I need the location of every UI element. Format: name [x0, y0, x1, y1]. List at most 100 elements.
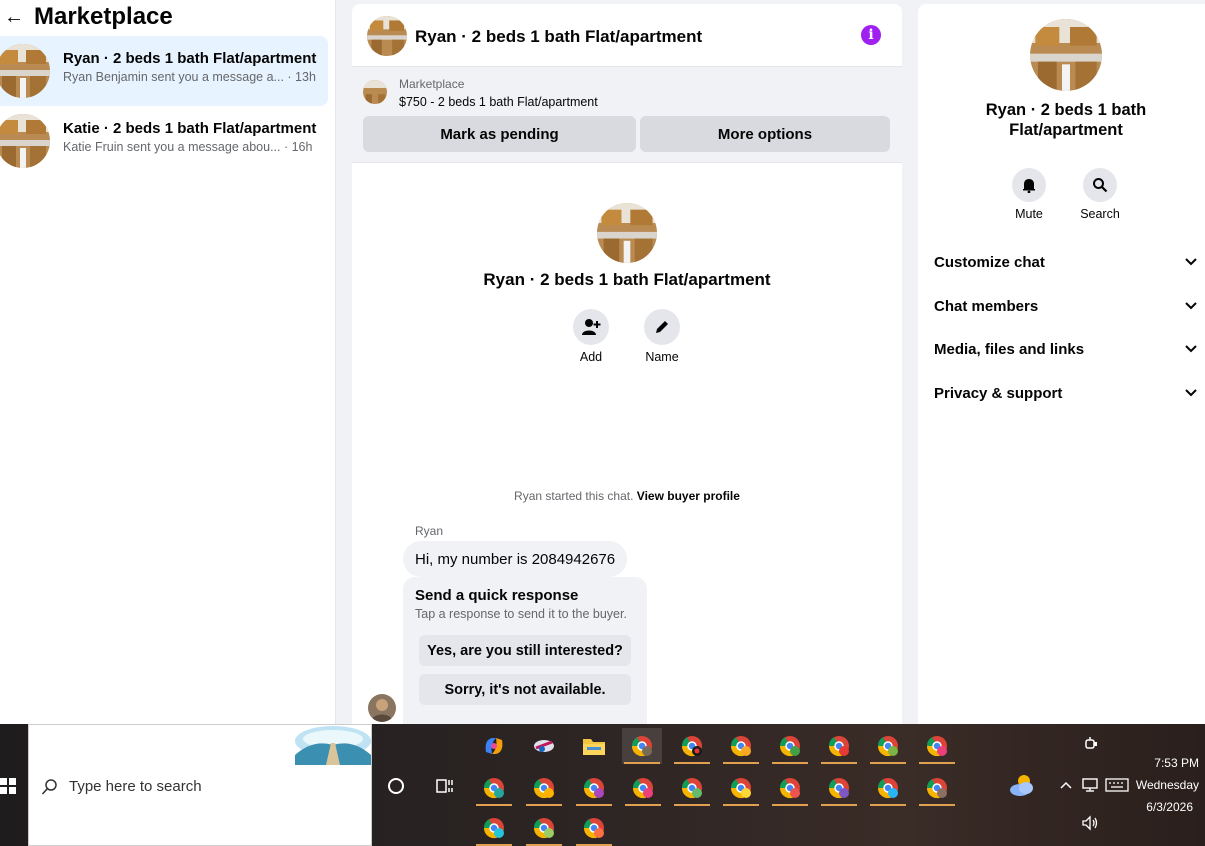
chrome-app[interactable] — [770, 770, 810, 806]
conversation-preview: Katie Fruin sent you a message abou... ·… — [63, 140, 313, 154]
listing-avatar — [0, 114, 50, 168]
chrome-app[interactable] — [623, 770, 663, 806]
keyboard-icon[interactable] — [1105, 778, 1129, 792]
running-indicator — [526, 804, 562, 806]
chevron-up-icon[interactable] — [1059, 780, 1073, 790]
add-people-button[interactable] — [573, 309, 609, 345]
quick-response-still-interested[interactable]: Yes, are you still interested? — [419, 635, 631, 666]
chrome-profile-icon — [681, 778, 702, 799]
chrome-app[interactable] — [917, 728, 957, 764]
running-indicator — [674, 762, 710, 764]
running-indicator — [625, 804, 661, 806]
chrome-app-active[interactable] — [622, 728, 662, 764]
chrome-profile-icon — [583, 778, 604, 799]
customize-chat-section[interactable]: Customize chat — [934, 244, 1200, 280]
chat-title[interactable]: Ryan · 2 beds 1 bath Flat/apartment — [415, 27, 702, 47]
chrome-profile-icon — [632, 778, 653, 799]
running-indicator — [919, 762, 955, 764]
name-button[interactable] — [644, 309, 680, 345]
chrome-app[interactable] — [868, 728, 908, 764]
chrome-app[interactable] — [474, 770, 514, 806]
chrome-profile-icon — [533, 818, 554, 839]
mute-button[interactable] — [1012, 168, 1046, 202]
info-title: Ryan · 2 beds 1 bath Flat/apartment — [985, 101, 1147, 139]
volume-icon[interactable] — [1081, 815, 1099, 831]
chrome-app[interactable] — [721, 770, 761, 806]
search-in-chat-button[interactable] — [1083, 168, 1117, 202]
privacy-support-section[interactable]: Privacy & support — [934, 375, 1200, 411]
listing-thumbnail[interactable] — [363, 80, 387, 104]
clock-time[interactable]: 7:53 PM — [1154, 756, 1199, 770]
search-placeholder: Type here to search — [69, 778, 202, 795]
chrome-profile-icon — [631, 736, 652, 757]
chrome-app[interactable] — [574, 810, 614, 846]
running-indicator — [870, 762, 906, 764]
back-arrow-icon[interactable]: ← — [0, 6, 28, 29]
chrome-profile-icon — [483, 818, 504, 839]
quick-response-subtitle: Tap a response to send it to the buyer. — [415, 607, 627, 621]
conversation-item-katie[interactable]: Katie · 2 beds 1 bath Flat/apartment Kat… — [0, 106, 328, 176]
chrome-app[interactable] — [524, 770, 564, 806]
chat-members-section[interactable]: Chat members — [934, 288, 1200, 324]
view-buyer-profile-link[interactable]: View buyer profile — [637, 489, 740, 503]
windows-start-icon[interactable] — [0, 778, 16, 794]
info-icon[interactable]: i — [861, 25, 881, 45]
running-indicator — [723, 762, 759, 764]
message-bubble[interactable]: Hi, my number is 2084942676 — [403, 541, 628, 577]
taskbar-search-box[interactable]: Type here to search — [28, 724, 372, 846]
running-indicator — [821, 804, 857, 806]
task-view-icon[interactable] — [436, 778, 454, 794]
weather-icon[interactable] — [1008, 772, 1036, 798]
file-explorer-app[interactable] — [574, 728, 614, 764]
quick-response-not-available[interactable]: Sorry, it's not available. — [419, 674, 631, 705]
chrome-app[interactable] — [474, 810, 514, 846]
cortana-icon[interactable] — [388, 778, 404, 794]
section-label: Chat members — [934, 297, 1039, 315]
more-options-button[interactable]: More options — [640, 116, 890, 152]
chat-panel: Ryan · 2 beds 1 bath Flat/apartment i Ma… — [352, 4, 902, 724]
chrome-app[interactable] — [917, 770, 957, 806]
bell-icon — [1023, 179, 1035, 193]
copilot-icon — [485, 738, 503, 754]
info-avatar — [1030, 19, 1102, 91]
quick-response-card: Send a quick response Tap a response to … — [403, 577, 647, 724]
clock-date[interactable]: 6/3/2026 — [1146, 800, 1193, 814]
add-person-icon — [582, 319, 601, 335]
chrome-profile-icon — [583, 818, 604, 839]
conversation-item-ryan[interactable]: Ryan · 2 beds 1 bath Flat/apartment Ryan… — [0, 36, 328, 106]
sender-avatar[interactable] — [368, 694, 396, 722]
satellite-app[interactable] — [524, 728, 564, 764]
chrome-app[interactable] — [574, 770, 614, 806]
chrome-app[interactable] — [672, 770, 712, 806]
marketplace-listing-banner: Marketplace $750 - 2 beds 1 bath Flat/ap… — [352, 67, 902, 163]
copilot-app[interactable] — [474, 728, 514, 764]
chrome-app[interactable] — [868, 770, 908, 806]
meet-now-icon[interactable] — [1084, 736, 1098, 752]
active-indicator — [624, 762, 660, 764]
chrome-app[interactable] — [524, 810, 564, 846]
chrome-app[interactable] — [672, 728, 712, 764]
add-label: Add — [579, 350, 603, 364]
media-files-links-section[interactable]: Media, files and links — [934, 331, 1200, 367]
quick-response-title: Send a quick response — [415, 587, 579, 604]
mark-as-pending-button[interactable]: Mark as pending — [363, 116, 636, 152]
pencil-icon — [656, 321, 668, 333]
chrome-profile-icon — [877, 778, 898, 799]
network-icon[interactable] — [1081, 777, 1099, 793]
chrome-app[interactable] — [819, 728, 859, 764]
running-indicator — [476, 804, 512, 806]
search-label: Search — [1080, 207, 1120, 221]
search-highlight-icon — [295, 726, 371, 765]
chat-info-panel: Ryan · 2 beds 1 bath Flat/apartment Mute… — [918, 4, 1205, 724]
chat-avatar[interactable] — [367, 16, 407, 56]
chrome-app[interactable] — [770, 728, 810, 764]
mute-label: Mute — [1015, 207, 1043, 221]
running-indicator — [674, 804, 710, 806]
chrome-app[interactable] — [721, 728, 761, 764]
clock-day[interactable]: Wednesday — [1136, 778, 1199, 792]
chrome-app[interactable] — [819, 770, 859, 806]
chrome-profile-icon — [533, 778, 554, 799]
listing-price-title[interactable]: $750 - 2 beds 1 bath Flat/apartment — [399, 95, 598, 109]
running-indicator — [919, 804, 955, 806]
chrome-profile-icon — [730, 736, 751, 757]
